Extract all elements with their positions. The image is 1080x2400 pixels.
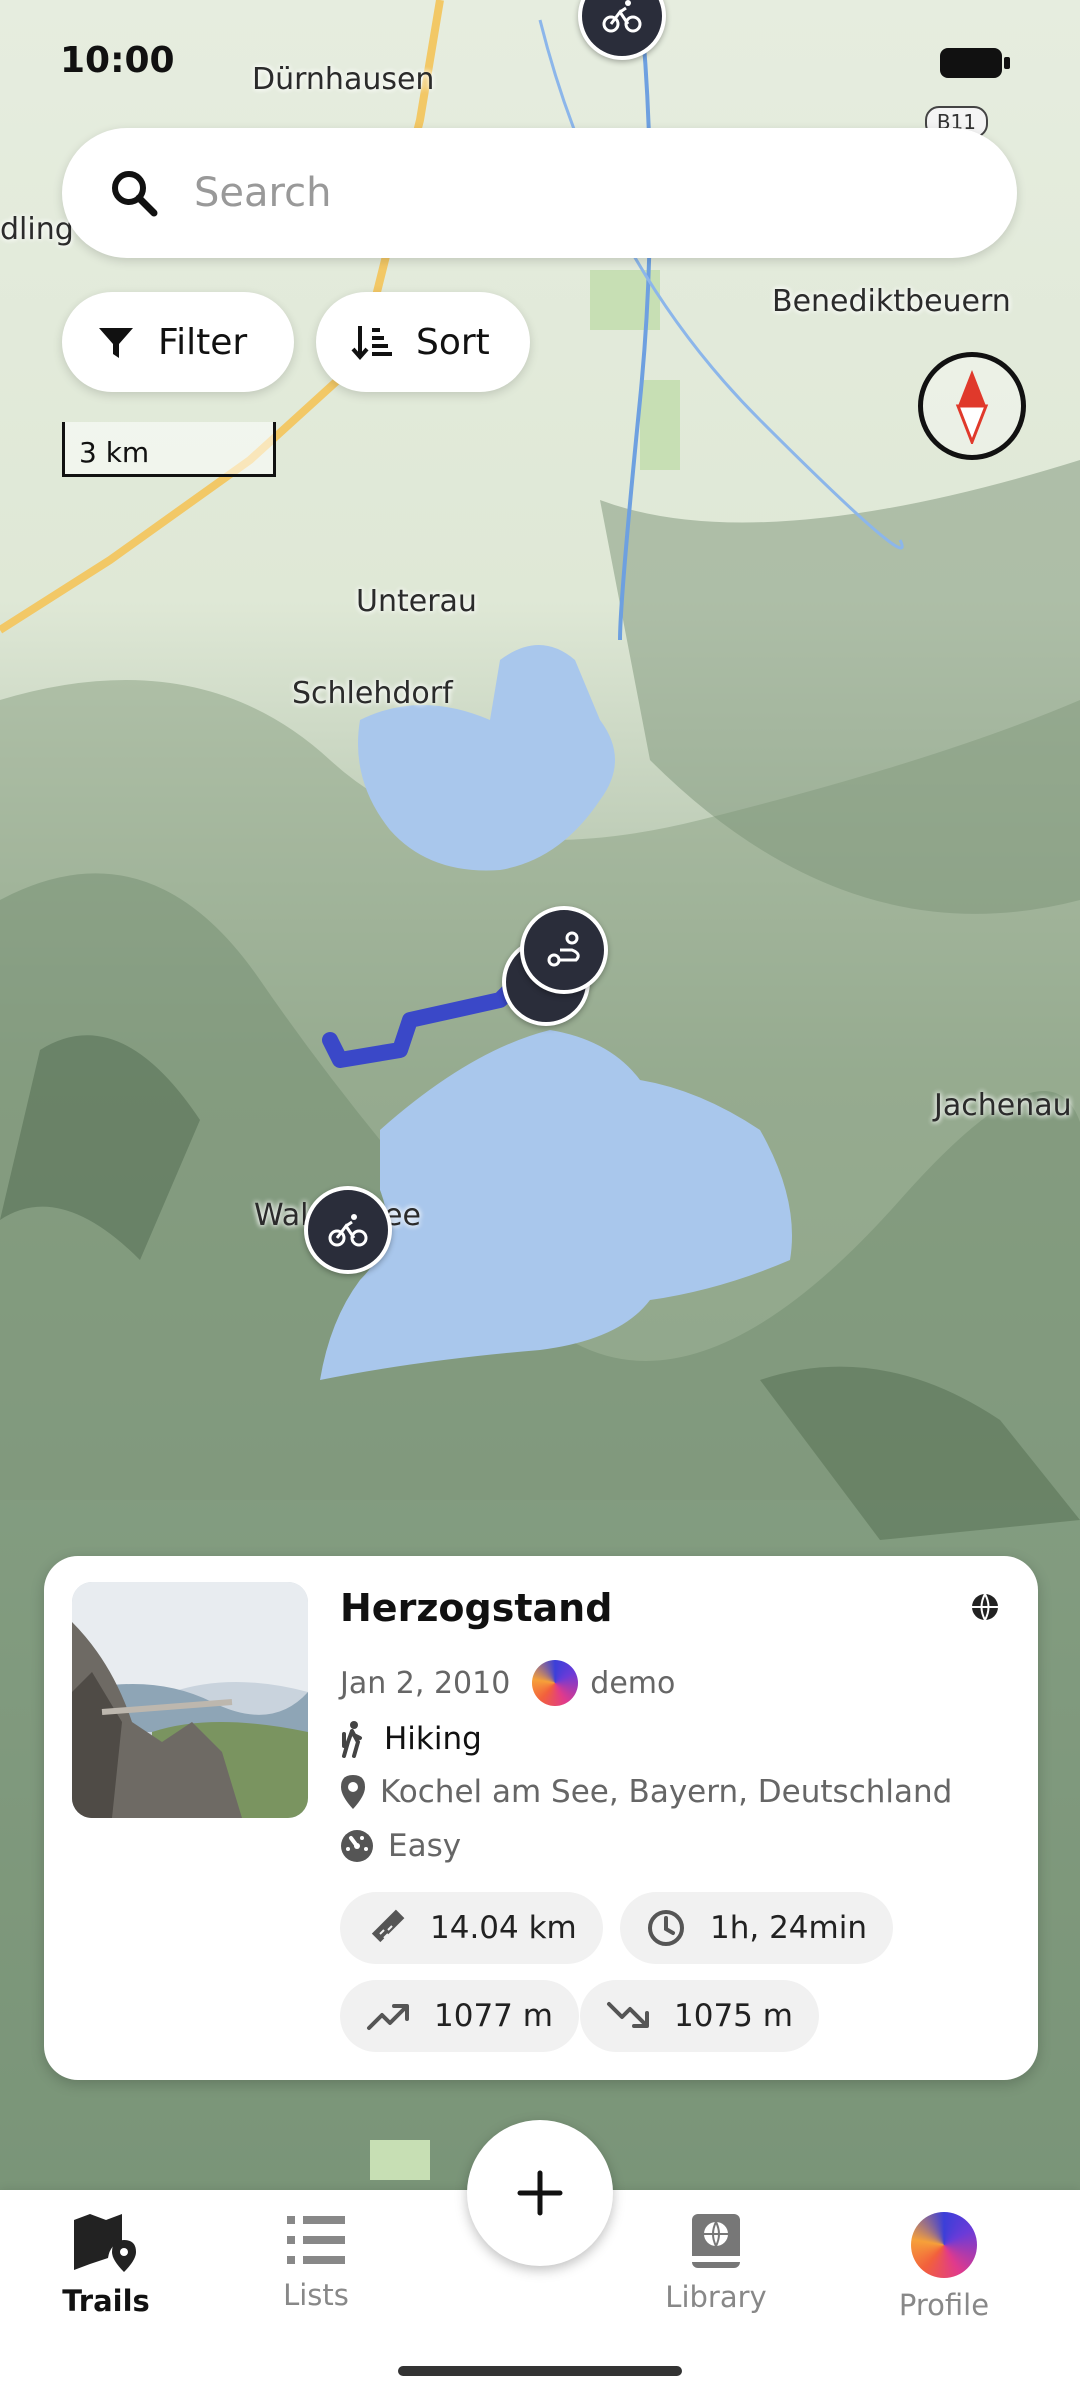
hiking-icon	[342, 1721, 362, 1758]
trending-down-icon	[607, 2002, 649, 2028]
map-label-wal: Wal	[254, 1198, 309, 1233]
compass-icon	[955, 370, 989, 444]
nav-item-library[interactable]: Library	[626, 2212, 806, 2314]
duration-value: 1h, 24min	[710, 1910, 867, 1946]
battery-icon	[940, 48, 1010, 78]
elevation-loss-value: 1075 m	[674, 1998, 793, 2034]
nav-item-lists[interactable]: Lists	[226, 2212, 406, 2312]
trending-up-icon	[367, 2004, 409, 2030]
route-icon	[547, 931, 580, 967]
map-label-benediktbeuern: Benediktbeuern	[772, 284, 1011, 319]
trail-location: Kochel am See, Bayern, Deutschland	[340, 1774, 952, 1810]
plus-icon	[517, 2170, 563, 2216]
map-label-schlehdorf: Schlehdorf	[292, 676, 453, 711]
nav-label-lists: Lists	[283, 2278, 349, 2312]
nav-item-trails[interactable]: Trails	[16, 2212, 196, 2318]
filter-icon	[99, 328, 133, 358]
elevation-loss-pill: 1075 m	[580, 1980, 819, 2052]
sort-icon	[351, 326, 392, 361]
nav-label-library: Library	[665, 2280, 767, 2314]
filter-label: Filter	[158, 321, 248, 363]
library-icon	[692, 2214, 740, 2268]
location-pin-icon	[341, 1775, 365, 1809]
trail-title: Herzogstand	[340, 1586, 613, 1630]
bike-marker[interactable]	[304, 1186, 392, 1274]
map-label-jachenau: Jachenau	[934, 1088, 1072, 1123]
nav-label-profile: Profile	[898, 2288, 990, 2322]
map-pin-icon	[74, 2214, 136, 2272]
trail-thumbnail	[72, 1582, 308, 1818]
trail-card[interactable]: Herzogstand Jan 2, 2010 demo Hiking Koch…	[44, 1556, 1038, 2080]
trail-category-label: Hiking	[384, 1721, 482, 1757]
bicycle-icon	[602, 0, 642, 33]
elevation-gain-value: 1077 m	[434, 1998, 553, 2034]
trail-difficulty-label: Easy	[388, 1828, 462, 1864]
trail-author[interactable]: demo	[590, 1666, 675, 1701]
route-marker[interactable]	[520, 906, 608, 994]
elevation-gain-pill: 1077 m	[340, 1980, 579, 2052]
author-avatar	[532, 1660, 579, 1706]
nav-label-trails: Trails	[62, 2284, 150, 2318]
nav-item-profile[interactable]: Profile	[854, 2212, 1034, 2322]
add-trail-button[interactable]	[467, 2120, 613, 2266]
bicycle-icon	[328, 1214, 368, 1247]
trail-category: Hiking	[340, 1720, 482, 1758]
trail-date: Jan 2, 2010	[340, 1665, 511, 1701]
compass-button[interactable]	[918, 352, 1026, 460]
ruler-icon	[371, 1909, 405, 1943]
duration-pill: 1h, 24min	[620, 1892, 893, 1964]
map-label-unterau: Unterau	[356, 584, 477, 619]
trail-meta: Jan 2, 2010 demo	[340, 1660, 675, 1706]
search-input[interactable]	[192, 169, 956, 217]
distance-value: 14.04 km	[430, 1910, 577, 1946]
map-scale: 3 km	[62, 422, 276, 477]
sort-button[interactable]: Sort	[316, 292, 530, 392]
avatar-icon	[911, 2212, 977, 2278]
distance-pill: 14.04 km	[340, 1892, 603, 1964]
home-indicator	[398, 2366, 682, 2376]
sort-label: Sort	[416, 321, 490, 363]
map-label-durnhausen: Dürnhausen	[252, 62, 435, 97]
status-time: 10:00	[60, 40, 175, 81]
clock-icon	[648, 1910, 684, 1946]
trail-difficulty: Easy	[340, 1828, 461, 1864]
list-icon	[287, 2216, 345, 2264]
search-icon	[106, 165, 162, 221]
map-label-dling: dling	[0, 212, 74, 247]
filter-button[interactable]: Filter	[62, 292, 294, 392]
search-bar[interactable]	[62, 128, 1017, 258]
trail-location-label: Kochel am See, Bayern, Deutschland	[380, 1774, 953, 1810]
globe-icon[interactable]	[970, 1592, 1000, 1626]
difficulty-gauge-icon	[341, 1830, 373, 1862]
